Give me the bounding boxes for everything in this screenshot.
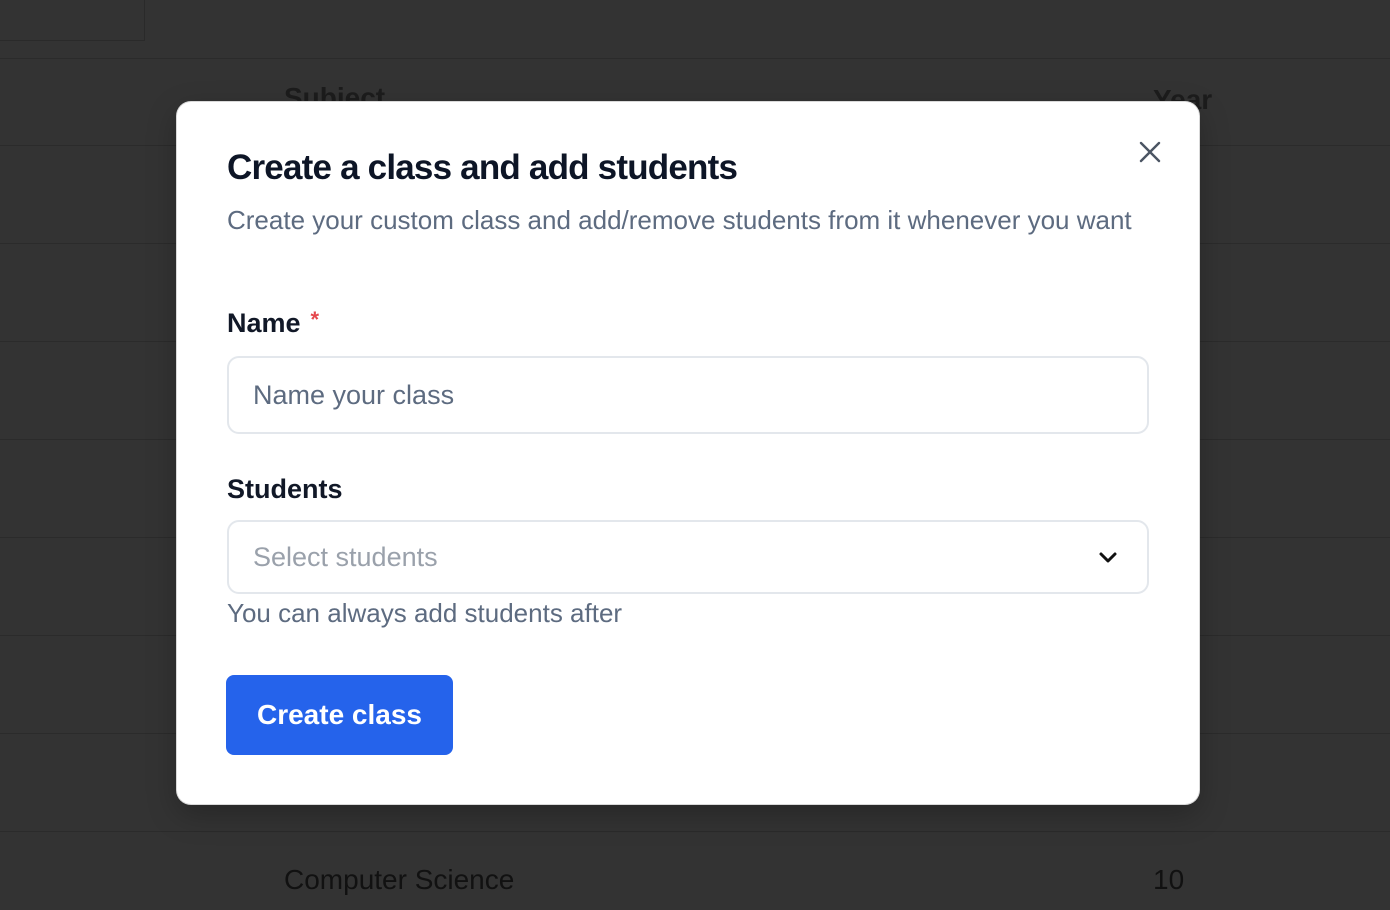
students-select-placeholder: Select students (253, 542, 438, 572)
table-divider (0, 831, 1390, 832)
class-name-input[interactable] (227, 356, 1149, 434)
required-marker: * (310, 307, 320, 332)
create-class-button[interactable]: Create class (226, 675, 453, 755)
table-cell-year: 10 (1153, 864, 1185, 895)
table-divider (0, 58, 1390, 59)
close-button[interactable] (1136, 138, 1164, 166)
table-cell-subject: Computer Science (284, 864, 515, 895)
chevron-down-icon (1099, 552, 1117, 563)
name-field-label: Name * (227, 307, 320, 339)
name-label-text: Name (227, 308, 301, 338)
close-icon (1139, 141, 1161, 163)
modal-description: Create your custom class and add/remove … (227, 205, 1132, 235)
students-field-label: Students (227, 474, 343, 504)
create-class-modal: Create a class and add students Create y… (177, 102, 1199, 804)
students-select[interactable]: Select students (227, 520, 1149, 594)
background-search-box (0, 0, 145, 41)
students-helper-text: You can always add students after (227, 598, 623, 628)
modal-title: Create a class and add students (227, 148, 738, 187)
